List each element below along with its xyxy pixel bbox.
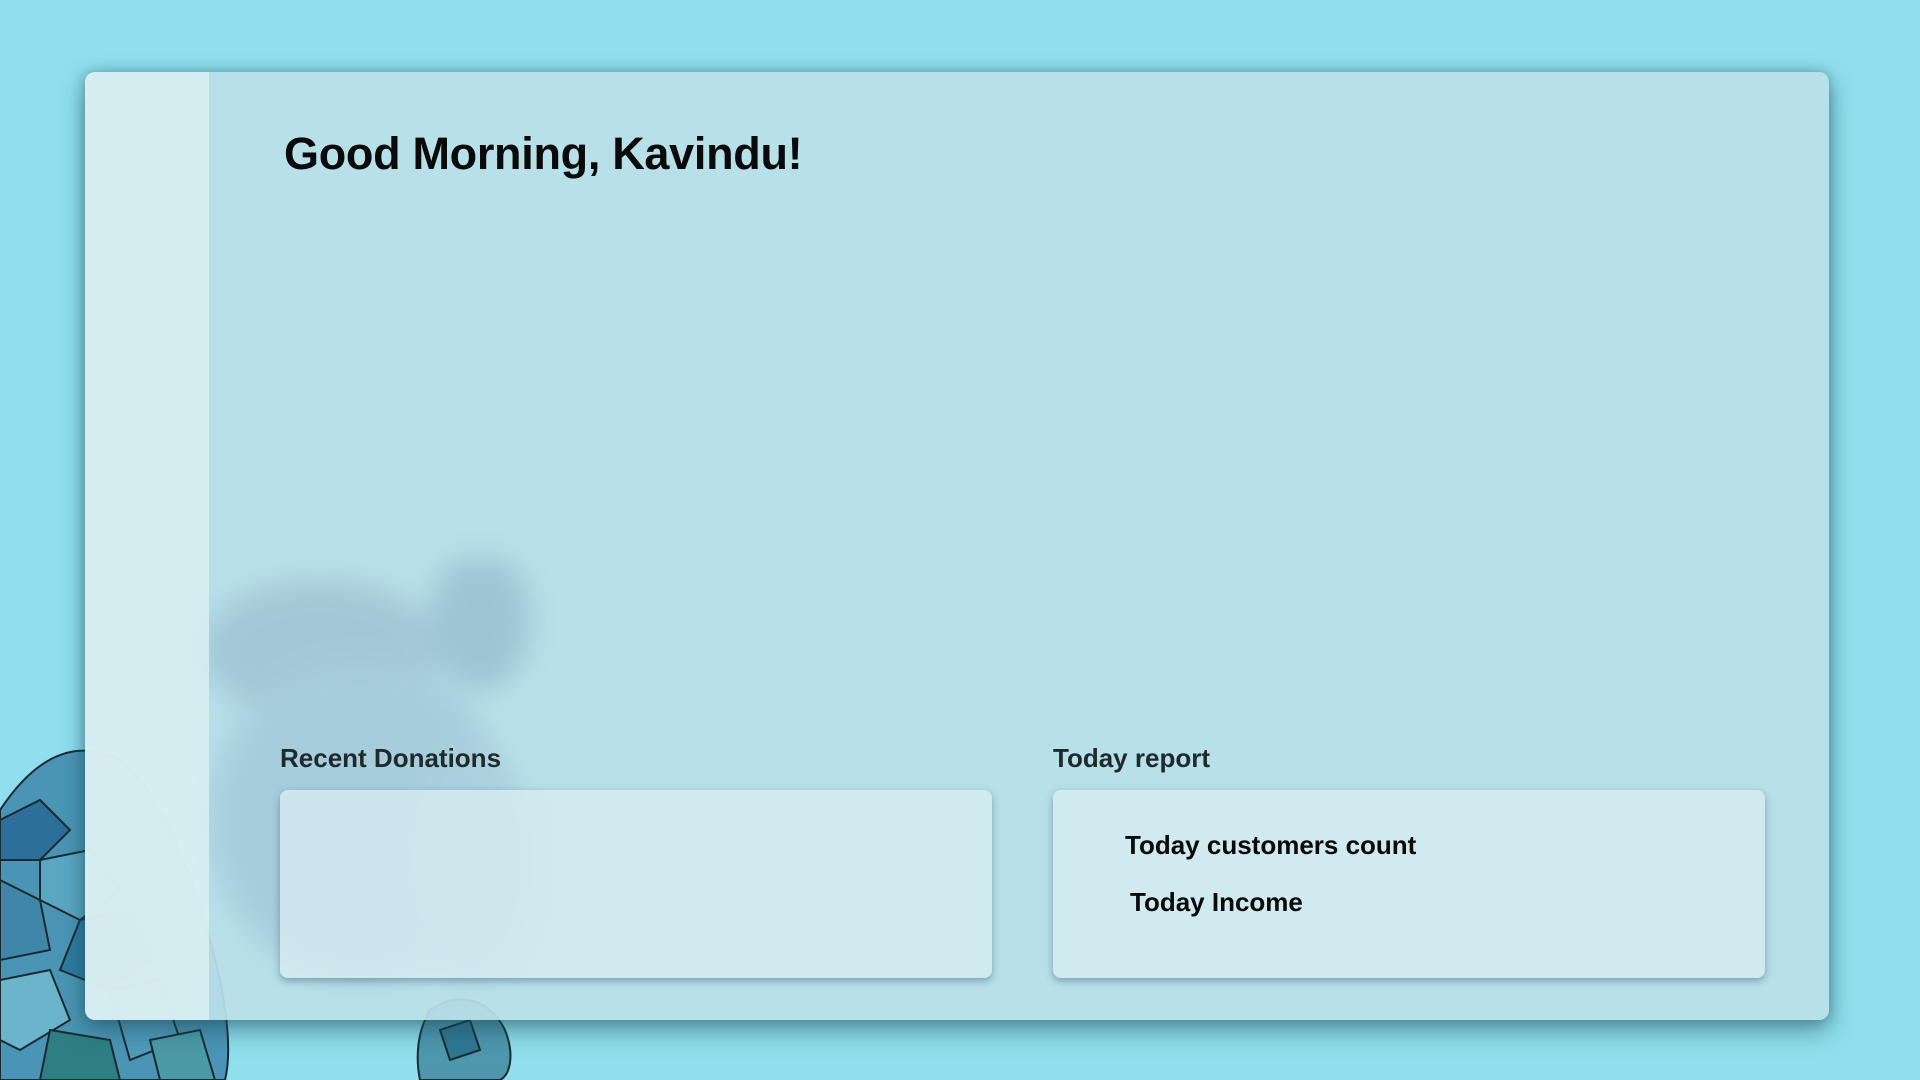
dashboard-window: Good Morning, Kavindu! Recent Donations …	[85, 72, 1829, 1020]
today-report-title: Today report	[1053, 743, 1210, 773]
page-title: Good Morning, Kavindu!	[284, 128, 803, 179]
today-income-label: Today Income	[1130, 887, 1303, 917]
today-customers-count-label: Today customers count	[1125, 830, 1417, 860]
sidebar	[85, 72, 209, 1020]
recent-donations-title: Recent Donations	[280, 743, 502, 773]
today-report-card: Today customers count Today Income	[1053, 790, 1765, 978]
recent-donations-card	[280, 790, 992, 978]
